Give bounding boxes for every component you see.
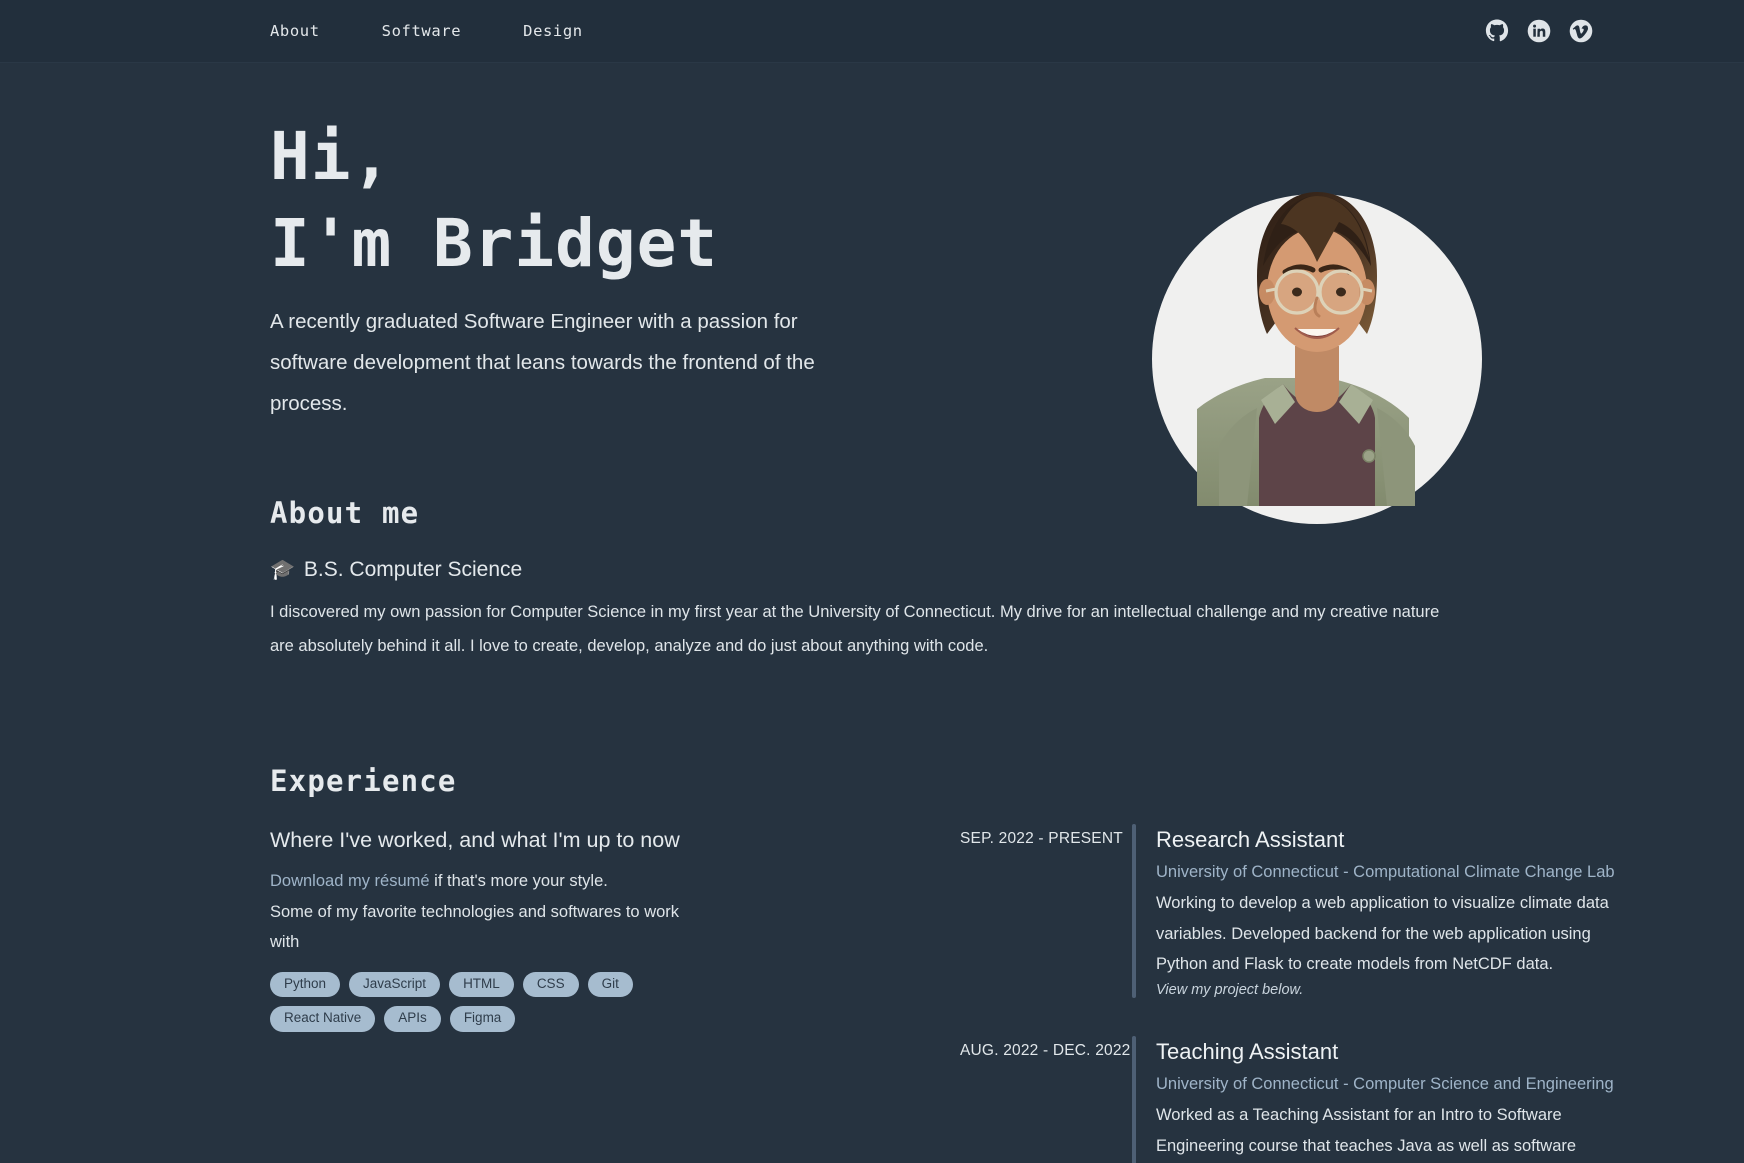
experience-timeline: SEP. 2022 - PRESENT Research Assistant U… <box>960 823 1744 1163</box>
resume-line-rest: if that's more your style. <box>429 872 608 891</box>
about-section: About me 🎓 B.S. Computer Science I disco… <box>270 496 1744 664</box>
experience-intro-title: Where I've worked, and what I'm up to no… <box>270 827 680 852</box>
download-resume-link[interactable]: Download my résumé <box>270 872 430 890</box>
experience-entry-body: Teaching Assistant University of Connect… <box>1156 1036 1744 1163</box>
page-title: Hi, I'm Bridget <box>270 118 719 283</box>
experience-heading: Experience <box>270 763 457 798</box>
experience-organization[interactable]: University of Connecticut - Computationa… <box>1156 860 1744 886</box>
vimeo-icon[interactable] <box>1569 19 1593 43</box>
github-icon[interactable] <box>1485 19 1509 43</box>
experience-role: Research Assistant <box>1156 826 1345 852</box>
tech-tag[interactable]: Python <box>270 971 341 998</box>
linkedin-icon[interactable] <box>1527 19 1551 43</box>
tech-tag[interactable]: JavaScript <box>349 971 441 998</box>
degree-line: 🎓 B.S. Computer Science <box>270 558 1744 582</box>
experience-entry-body: Research Assistant University of Connect… <box>1156 824 1744 998</box>
nav-link-about[interactable]: About <box>270 22 320 40</box>
experience-date: AUG. 2022 - DEC. 2022 <box>960 1041 1131 1059</box>
tech-tag-list: Python JavaScript HTML CSS Git React Nat… <box>270 971 700 1033</box>
experience-grid: Where I've worked, and what I'm up to no… <box>270 823 1744 1163</box>
experience-section: Experience Where I've worked, and what I… <box>270 764 1744 1163</box>
experience-organization[interactable]: University of Connecticut - Computer Sci… <box>1156 1072 1744 1098</box>
about-body-text: I discovered my own passion for Computer… <box>270 603 1440 656</box>
hero-section: Hi, I'm Bridget A recently graduated Sof… <box>270 63 1744 524</box>
experience-date: SEP. 2022 - PRESENT <box>960 829 1123 847</box>
timeline-rule <box>1132 1035 1136 1163</box>
nav-links: About Software Design <box>270 22 583 40</box>
about-heading: About me <box>270 496 420 531</box>
avatar-photo <box>1197 156 1437 506</box>
experience-description: Worked as a Teaching Assistant for an In… <box>1156 1106 1577 1155</box>
nav-link-software[interactable]: Software <box>382 22 461 40</box>
tech-tag[interactable]: Git <box>587 971 633 998</box>
timeline-rule <box>1132 823 1136 998</box>
hero-subtitle: A recently graduated Software Engineer w… <box>270 310 815 416</box>
graduation-cap-icon: 🎓 <box>270 559 295 582</box>
experience-entry: SEP. 2022 - PRESENT Research Assistant U… <box>960 823 1744 998</box>
experience-description: Working to develop a web application to … <box>1156 894 1609 974</box>
experience-role: Teaching Assistant <box>1156 1038 1339 1064</box>
top-navigation-bar: About Software Design <box>0 0 1744 63</box>
avatar <box>1152 156 1482 524</box>
tech-tag[interactable]: Figma <box>449 1006 516 1033</box>
tech-tag[interactable]: APIs <box>384 1006 441 1033</box>
experience-intro-column: Where I've worked, and what I'm up to no… <box>270 824 960 1163</box>
tech-tag[interactable]: React Native <box>270 1006 376 1033</box>
social-links <box>1485 19 1718 43</box>
experience-entry: AUG. 2022 - DEC. 2022 Teaching Assistant… <box>960 1035 1744 1163</box>
tech-tag[interactable]: HTML <box>449 971 514 998</box>
page-content: Hi, I'm Bridget A recently graduated Sof… <box>0 63 1744 1163</box>
tech-tag[interactable]: CSS <box>522 971 579 998</box>
degree-label: B.S. Computer Science <box>303 558 523 582</box>
tech-intro-text: Some of my favorite technologies and sof… <box>270 902 680 952</box>
resume-line: Download my résumé if that's more your s… <box>270 866 685 897</box>
experience-note: View my project below. <box>1156 981 1304 998</box>
nav-link-design[interactable]: Design <box>523 22 583 40</box>
